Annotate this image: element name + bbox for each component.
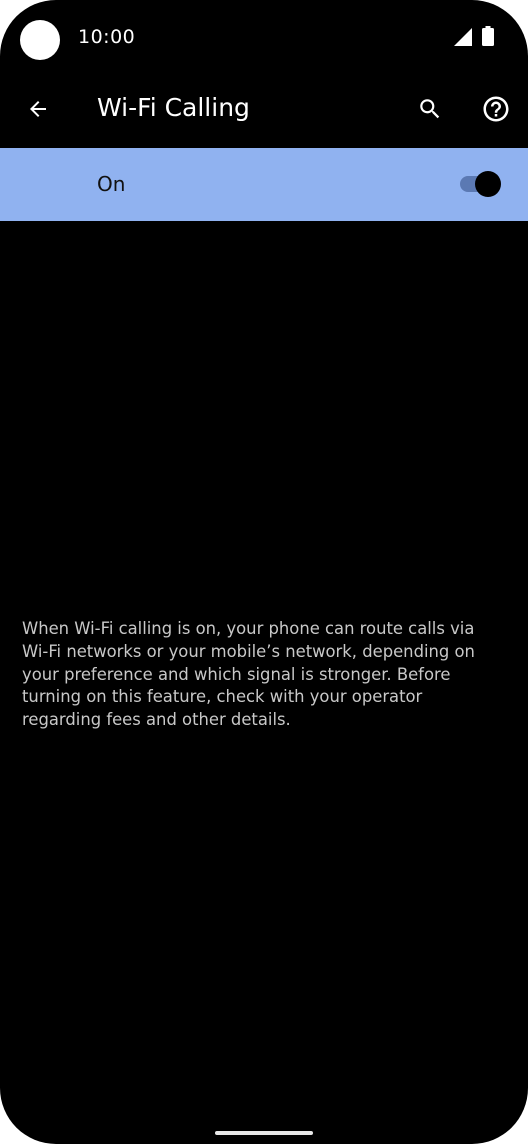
toggle-thumb	[475, 171, 501, 197]
wifi-calling-description: When Wi-Fi calling is on, your phone can…	[22, 619, 475, 730]
home-indicator[interactable]	[215, 1131, 313, 1135]
search-button[interactable]	[410, 89, 450, 129]
app-bar: Wi-Fi Calling	[0, 76, 528, 146]
camera-cutout	[20, 20, 60, 60]
search-icon	[420, 99, 440, 119]
battery-icon	[482, 26, 494, 46]
back-button[interactable]	[18, 89, 58, 129]
help-icon	[483, 96, 509, 122]
status-bar: 10:00	[0, 0, 528, 76]
wifi-calling-toggle[interactable]	[458, 171, 502, 197]
page-title: Wi-Fi Calling	[97, 93, 250, 122]
main-switch-label: On	[97, 172, 126, 196]
arrow-back-icon	[30, 101, 46, 117]
help-button[interactable]	[476, 89, 516, 129]
main-switch-bar[interactable]: On	[0, 148, 528, 221]
phone-screen: 10:00 Wi-Fi Calling On When Wi-Fi callin…	[0, 0, 528, 1144]
signal-icon	[454, 28, 472, 46]
status-time: 10:00	[78, 26, 136, 48]
